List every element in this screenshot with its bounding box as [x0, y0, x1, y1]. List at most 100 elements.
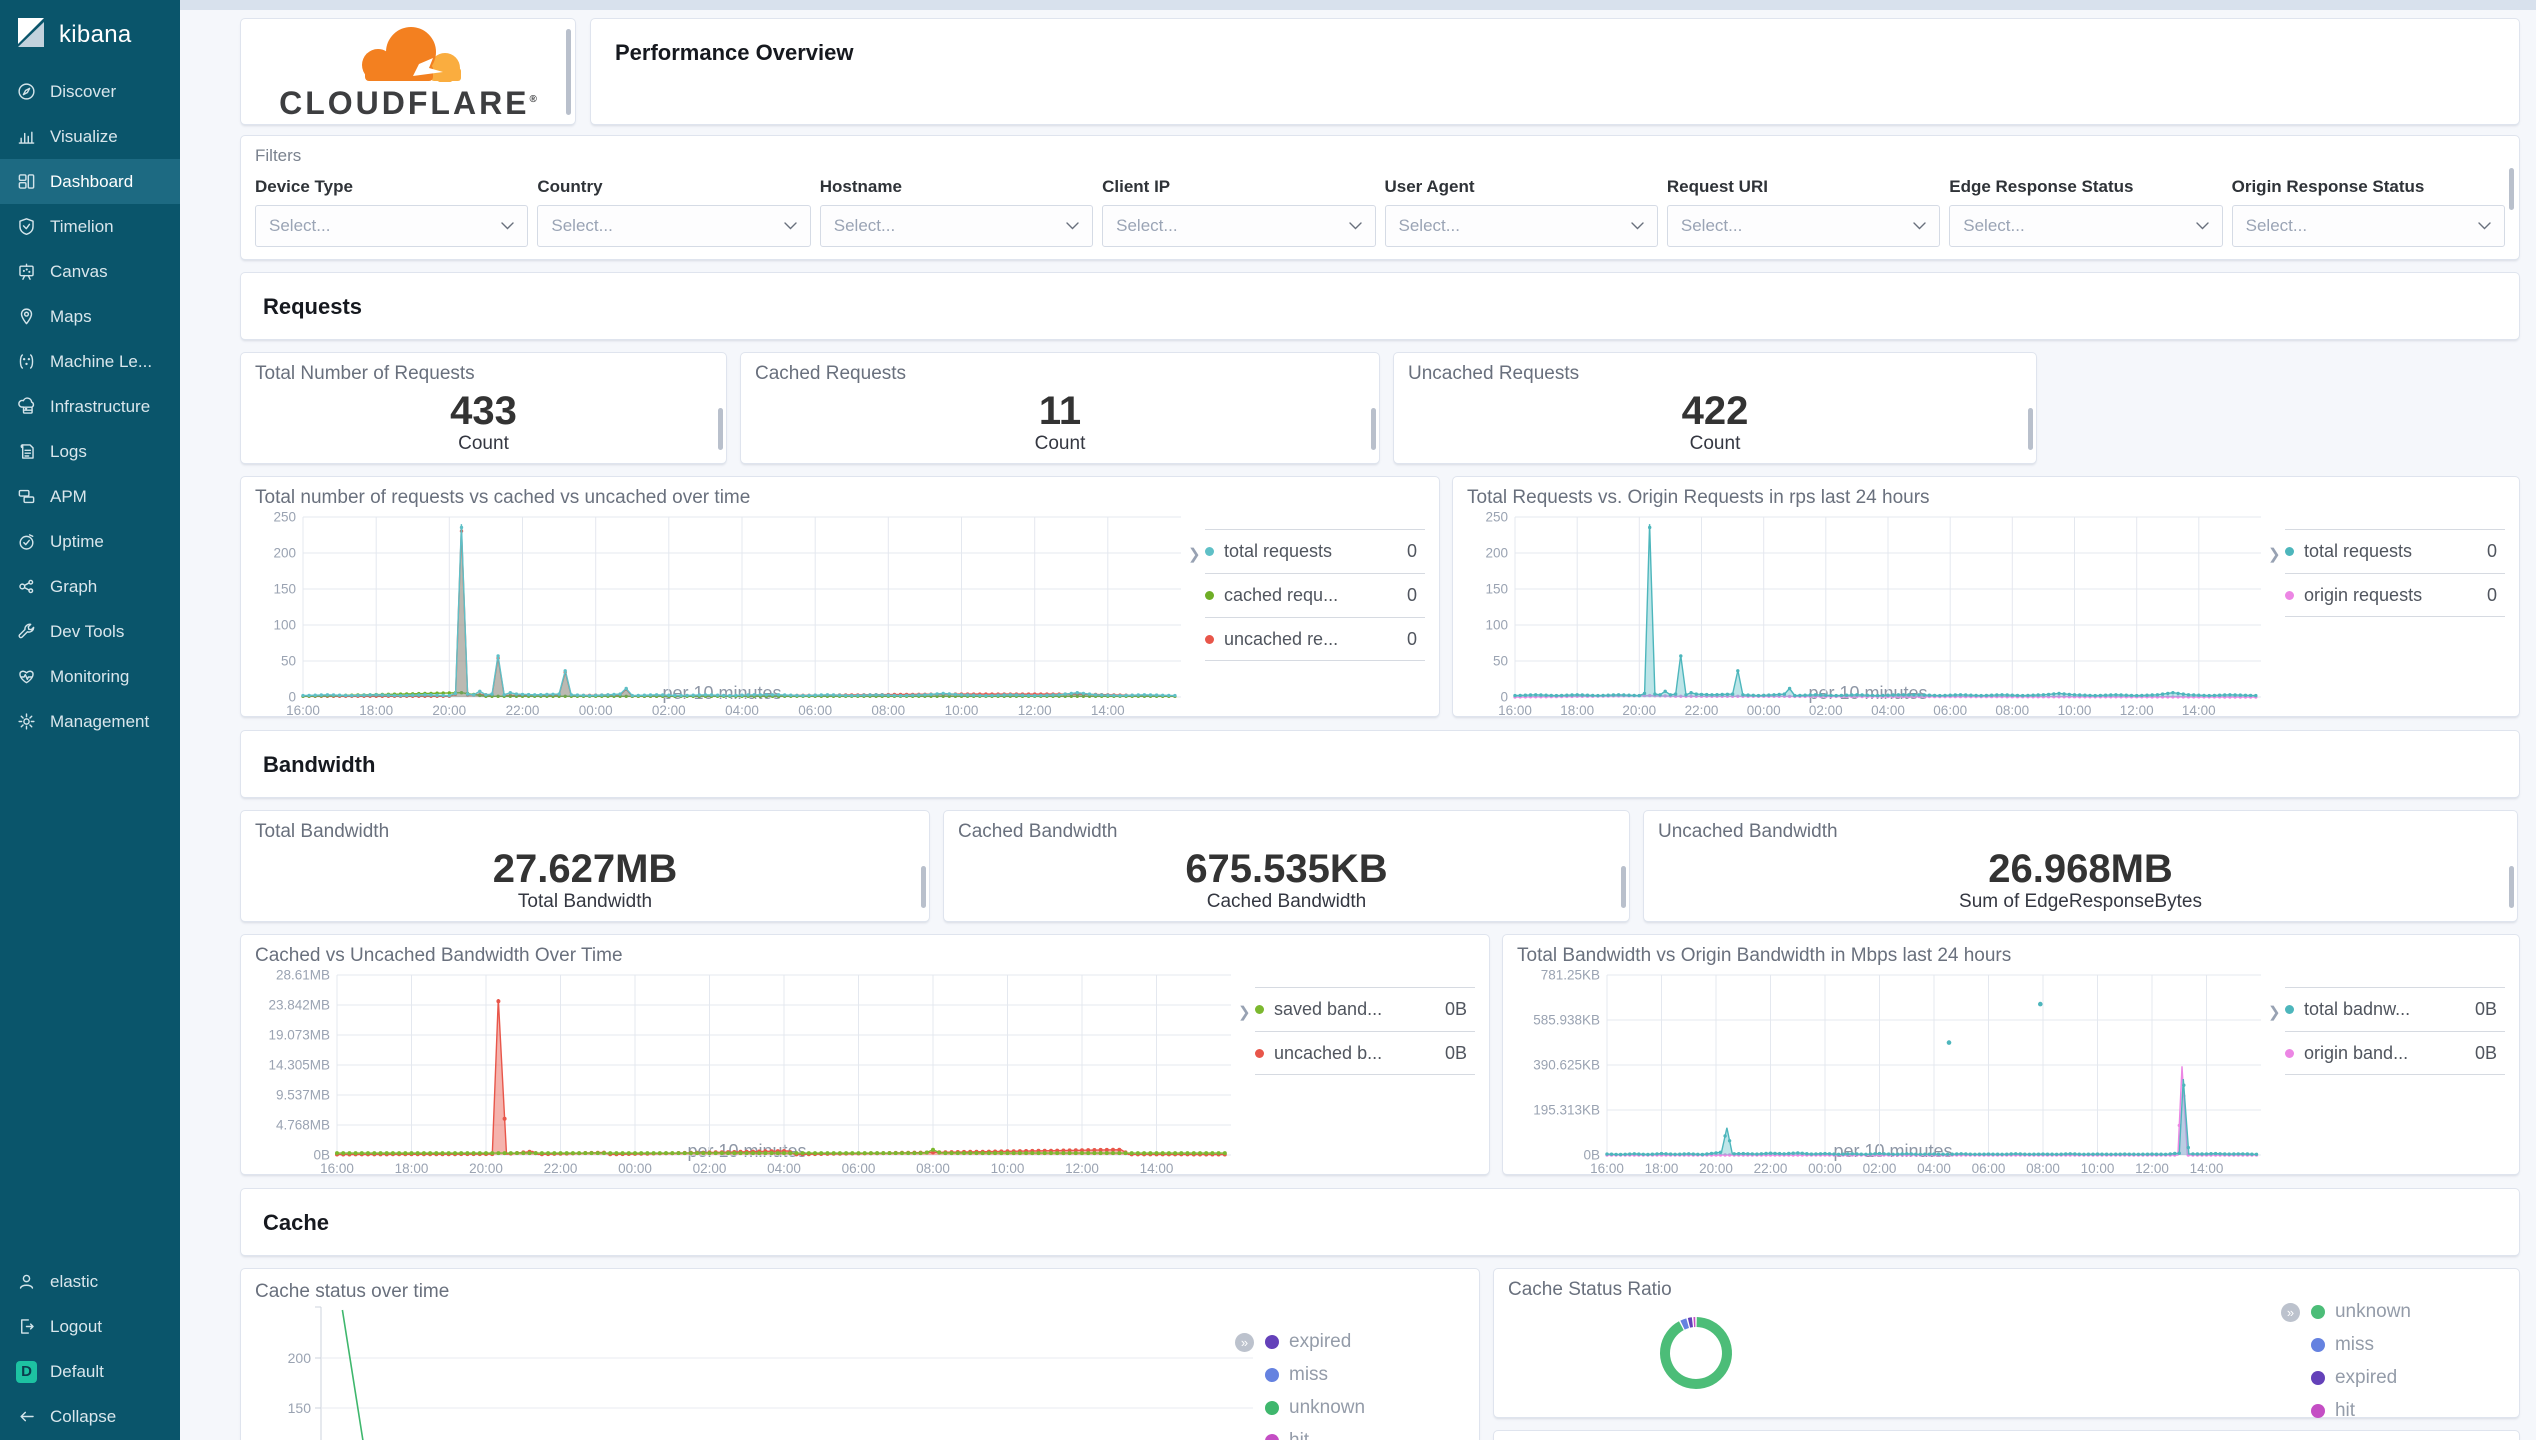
svg-text:02:00: 02:00 [1809, 703, 1843, 718]
legend-expand-icon[interactable]: » [1235, 1333, 1254, 1352]
maps-icon [16, 306, 37, 327]
legend-item-hit[interactable]: hit [1265, 1424, 1465, 1440]
svg-text:16:00: 16:00 [320, 1161, 354, 1176]
panel-scrollbar[interactable] [2509, 866, 2514, 908]
filter-label: Country [537, 177, 603, 196]
legend-label: total requests [2304, 541, 2413, 561]
filter-hostname: Hostname Select... [819, 177, 1094, 247]
select-placeholder: Select... [1963, 216, 2025, 235]
legend-collapse-icon[interactable]: ❯ [1188, 545, 1201, 563]
sidebar-item-maps[interactable]: Maps [0, 294, 180, 339]
filter-select-device-type[interactable]: Select... [255, 205, 529, 247]
sidebar-item-logout[interactable]: Logout [0, 1304, 180, 1349]
panel-scrollbar[interactable] [566, 29, 571, 115]
sidebar-item-infrastructure[interactable]: Infrastructure [0, 384, 180, 429]
sidebar-item-logs[interactable]: Logs [0, 429, 180, 474]
metric-label: Total Bandwidth [517, 891, 653, 912]
filter-select-request-uri[interactable]: Select... [1666, 205, 1941, 247]
legend-item-miss[interactable]: miss [2310, 1328, 2411, 1361]
sidebar-item-collapse[interactable]: Collapse [0, 1394, 180, 1439]
panel-scrollbar[interactable] [1371, 408, 1376, 450]
sidebar-nav: Discover Visualize Dashboard Timelion Canvas… [0, 69, 180, 744]
legend-item-total-requests[interactable]: total requests 0 [1205, 529, 1425, 573]
chart-legend: ❯ total requests 0 cached requ... 0 uncached … [1188, 529, 1425, 706]
legend-item-expired[interactable]: expired [2310, 1361, 2411, 1394]
legend-label: total requests [1224, 541, 1333, 561]
svg-text:150: 150 [1485, 582, 1508, 597]
legend-item-origin-requests[interactable]: origin requests 0 [2285, 573, 2505, 617]
filter-select-client-ip[interactable]: Select... [1102, 205, 1376, 247]
filter-select-edge-response-status[interactable]: Select... [1949, 205, 2223, 247]
legend-item-unknown[interactable]: unknown [1265, 1391, 1465, 1424]
svg-text:06:00: 06:00 [1972, 1161, 2006, 1176]
legend-item-saved-band[interactable]: saved band... 0B [1255, 987, 1475, 1031]
svg-text:14:00: 14:00 [1140, 1161, 1174, 1176]
legend-item-hit[interactable]: hit [2310, 1394, 2411, 1427]
sidebar-item-uptime[interactable]: Uptime [0, 519, 180, 564]
legend-item-total-badnw[interactable]: total badnw... 0B [2285, 987, 2505, 1031]
legend-dot [1205, 547, 1214, 556]
panel-scrollbar[interactable] [2028, 408, 2033, 450]
sidebar-item-dashboard[interactable]: Dashboard [0, 159, 180, 204]
filter-select-user-agent[interactable]: Select... [1384, 205, 1658, 247]
sidebar-item-visualize[interactable]: Visualize [0, 114, 180, 159]
sidebar-item-timelion[interactable]: Timelion [0, 204, 180, 249]
sidebar-item-discover[interactable]: Discover [0, 69, 180, 114]
sidebar-item-graph[interactable]: Graph [0, 564, 180, 609]
svg-text:14.305MB: 14.305MB [268, 1058, 330, 1073]
top-strip [180, 0, 2536, 10]
metric-card-cached-bandwidth: Cached Bandwidth 675.535KB Cached Bandwidt… [943, 810, 1630, 922]
svg-text:4.768MB: 4.768MB [276, 1118, 330, 1133]
svg-text:06:00: 06:00 [842, 1161, 876, 1176]
legend-item-expired[interactable]: expired [1265, 1325, 1465, 1358]
sidebar-item-label: Monitoring [50, 666, 130, 686]
kibana-brand[interactable]: kibana [0, 0, 180, 69]
sidebar-item-apm[interactable]: APM [0, 474, 180, 519]
chart-panel-cache-status-ratio: Cache Status Ratio » unknown miss expired hi… [1493, 1268, 2520, 1421]
sidebar-item-label: Infrastructure [50, 396, 151, 416]
filter-country: Country Select... [537, 177, 811, 247]
panel-scrollbar[interactable] [1621, 866, 1626, 908]
legend-collapse-icon[interactable]: ❯ [1238, 1003, 1251, 1021]
legend-item-cached-requ[interactable]: cached requ... 0 [1205, 573, 1425, 617]
donut-slice-expired[interactable] [1687, 1317, 1694, 1328]
filter-select-hostname[interactable]: Select... [819, 205, 1094, 247]
metric-label: Sum of EdgeResponseBytes [1959, 891, 2202, 912]
sidebar-item-default[interactable]: D Default [0, 1349, 180, 1394]
legend-label: unknown [2334, 1300, 2411, 1322]
sidebar-item-label: Default [50, 1361, 104, 1381]
svg-text:10:00: 10:00 [991, 1161, 1025, 1176]
legend-collapse-icon[interactable]: ❯ [2268, 1003, 2281, 1021]
legend-label: miss [2334, 1333, 2374, 1355]
legend-item-total-requests[interactable]: total requests 0 [2285, 529, 2505, 573]
legend-item-uncached-b[interactable]: uncached b... 0B [1255, 1031, 1475, 1075]
sidebar-item-elastic[interactable]: elastic [0, 1259, 180, 1304]
legend-item-miss[interactable]: miss [1265, 1358, 1465, 1391]
metric-label: Count [1689, 433, 1741, 454]
filter-select-country[interactable]: Select... [537, 205, 811, 247]
legend-item-unknown[interactable]: unknown [2310, 1295, 2411, 1328]
sidebar-item-dev-tools[interactable]: Dev Tools [0, 609, 180, 654]
panel-scrollbar[interactable] [921, 866, 926, 908]
filters-label: Filters [255, 146, 302, 165]
sidebar-item-canvas[interactable]: Canvas [0, 249, 180, 294]
legend-item-origin-band[interactable]: origin band... 0B [2285, 1031, 2505, 1075]
panel-scrollbar[interactable] [2509, 168, 2514, 210]
legend-dot [2285, 547, 2294, 556]
legend-value: 0 [1406, 628, 1417, 649]
donut-slice-unknown[interactable] [1660, 1317, 1732, 1389]
sidebar-item-label: Logs [50, 441, 87, 461]
filter-select-origin-response-status[interactable]: Select... [2231, 205, 2505, 247]
sidebar-item-monitoring[interactable]: Monitoring [0, 654, 180, 699]
donut-slice-miss[interactable] [1680, 1318, 1690, 1330]
chevron-down-icon [1348, 222, 1362, 230]
sidebar-item-management[interactable]: Management [0, 699, 180, 744]
svg-text:06:00: 06:00 [1933, 703, 1967, 718]
legend-collapse-icon[interactable]: ❯ [2268, 545, 2281, 563]
cloudflare-logo-panel: CLOUDFLARE® [240, 18, 576, 125]
legend-item-uncached-re[interactable]: uncached re... 0 [1205, 617, 1425, 661]
sidebar-item-machine-le[interactable]: Machine Le... [0, 339, 180, 384]
legend-expand-icon[interactable]: » [2280, 1303, 2300, 1322]
legend-label: hit [2334, 1399, 2356, 1421]
panel-scrollbar[interactable] [718, 408, 723, 450]
